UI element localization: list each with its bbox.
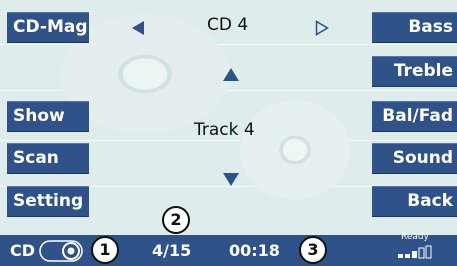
triangle-down-icon[interactable] <box>222 172 240 187</box>
cd-graphic <box>240 100 350 200</box>
elapsed-time: 00:18 <box>229 241 280 260</box>
source-label: CD <box>10 241 36 260</box>
sound-button[interactable]: Sound <box>372 143 457 174</box>
disc-label: CD 4 <box>207 15 249 35</box>
triangle-left-icon[interactable] <box>131 20 145 36</box>
triangle-up-icon[interactable] <box>222 67 240 82</box>
ready-label: Ready <box>401 232 429 242</box>
setting-button[interactable]: Setting <box>7 186 89 217</box>
signal-bars-icon <box>398 245 432 259</box>
divider <box>0 44 457 45</box>
disc-icon <box>39 240 83 262</box>
back-button[interactable]: Back <box>372 186 457 217</box>
callout-1: 1 <box>91 236 119 264</box>
callout-2: 2 <box>162 206 190 234</box>
status-bar: CD 4/15 00:18 Ready <box>0 232 457 266</box>
track-label: Track 4 <box>194 120 255 140</box>
bass-button[interactable]: Bass <box>372 12 457 43</box>
triangle-right-outline-icon[interactable] <box>315 20 329 36</box>
divider <box>0 140 457 141</box>
bal-fad-button[interactable]: Bal/Fad <box>372 101 457 132</box>
scan-button[interactable]: Scan <box>7 143 89 174</box>
display-screen: CD-Mag Show Scan Setting Bass Treble Bal… <box>0 0 457 266</box>
track-position: 4/15 <box>152 241 192 260</box>
treble-button[interactable]: Treble <box>372 56 457 87</box>
callout-3: 3 <box>299 236 327 264</box>
cd-mag-button[interactable]: CD-Mag <box>7 12 89 43</box>
show-button[interactable]: Show <box>7 101 89 132</box>
